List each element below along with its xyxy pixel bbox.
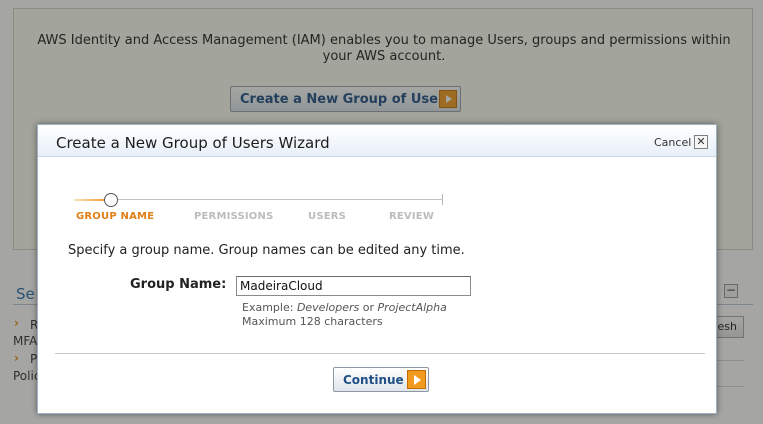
- group-name-max-hint: Maximum 128 characters: [242, 315, 383, 328]
- hint-example-projectalpha: ProjectAlpha: [377, 301, 447, 314]
- wizard-instructions: Specify a group name. Group names can be…: [68, 243, 465, 258]
- continue-button-label: Continue: [343, 372, 404, 387]
- cancel-link[interactable]: Cancel: [654, 136, 691, 149]
- dialog-divider: [55, 353, 705, 354]
- continue-button[interactable]: Continue: [333, 367, 429, 392]
- step-permissions: PERMISSIONS: [194, 211, 274, 222]
- step-group-name: GROUP NAME: [76, 211, 155, 222]
- step-users: USERS: [308, 211, 347, 222]
- close-icon[interactable]: ✕: [694, 135, 708, 149]
- step-review: REVIEW: [389, 211, 435, 222]
- wizard-progress-end: [442, 194, 443, 205]
- wizard-progress-track: [74, 199, 443, 200]
- hint-prefix: Example:: [242, 301, 297, 314]
- right-arrow-icon: [407, 370, 426, 389]
- group-name-label: Group Name:: [130, 277, 227, 292]
- create-group-wizard-dialog: Create a New Group of Users Wizard Cance…: [37, 124, 717, 414]
- wizard-progress-marker: [104, 193, 118, 207]
- hint-example-developers: Developers: [296, 301, 360, 314]
- hint-or: or: [359, 301, 378, 314]
- dialog-header: Create a New Group of Users Wizard Cance…: [38, 125, 716, 157]
- wizard-progress-fill: [74, 199, 104, 201]
- group-name-example-hint: Example: Developers or ProjectAlpha: [242, 301, 447, 314]
- group-name-input[interactable]: [236, 276, 471, 296]
- dialog-title: Create a New Group of Users Wizard: [56, 134, 330, 152]
